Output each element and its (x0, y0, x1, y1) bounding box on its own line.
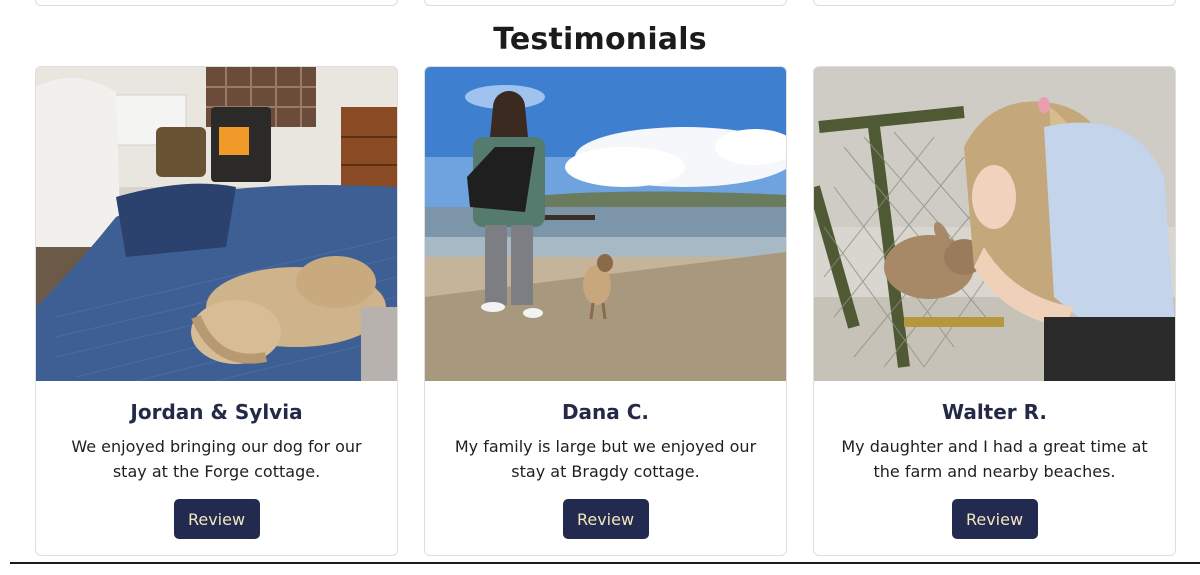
testimonial-card: Walter R. My daughter and I had a great … (813, 66, 1176, 556)
review-button[interactable]: Review (173, 499, 260, 539)
testimonial-quote: We enjoyed bringing our dog for our stay… (71, 437, 362, 481)
dog-on-sofa-photo (36, 67, 397, 381)
testimonial-card: Dana C. My family is large but we enjoye… (424, 66, 787, 556)
testimonial-card: Jordan & Sylvia We enjoyed bringing our … (35, 66, 398, 556)
beach-walk-photo (425, 67, 786, 381)
review-button[interactable]: Review (562, 499, 649, 539)
section-divider (10, 562, 1200, 564)
previous-section-card (424, 0, 787, 6)
testimonial-author: Walter R. (941, 400, 1048, 424)
testimonial-quote: My daughter and I had a great time at th… (841, 437, 1148, 481)
previous-section-card (813, 0, 1176, 6)
rabbit-hutch-photo (814, 67, 1175, 381)
testimonial-photo (814, 67, 1175, 381)
testimonials-page: Testimonials Jordan & Sylvia We enjoyed … (0, 0, 1200, 575)
review-button[interactable]: Review (951, 499, 1038, 539)
testimonial-author: Dana C. (561, 400, 650, 424)
testimonial-photo (425, 67, 786, 381)
testimonial-quote: My family is large but we enjoyed our st… (454, 437, 757, 481)
previous-section-card (35, 0, 398, 6)
section-title: Testimonials (493, 22, 707, 57)
testimonial-photo (36, 67, 397, 381)
testimonial-author: Jordan & Sylvia (130, 400, 303, 424)
